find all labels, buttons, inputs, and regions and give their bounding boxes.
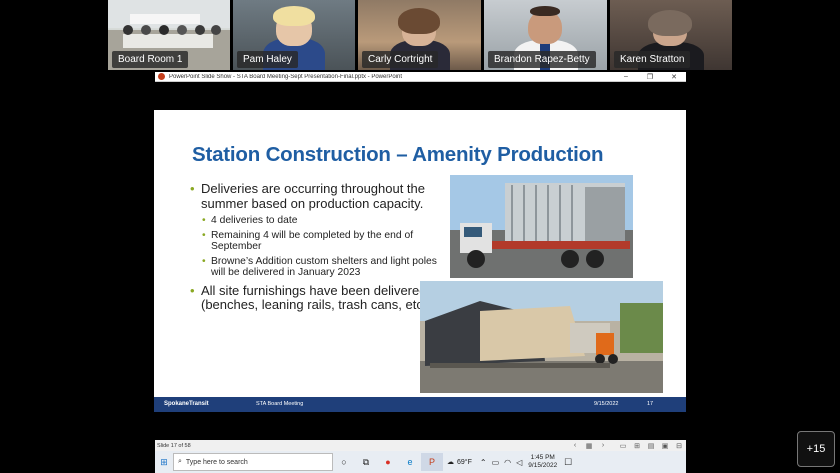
weather-widget[interactable]: ☁ 69°F — [447, 458, 472, 467]
slideshow-view-icon[interactable]: ▣ — [658, 442, 672, 450]
reading-view-icon[interactable]: ▤ — [644, 442, 658, 450]
footer-meeting: STA Board Meeting — [256, 401, 304, 407]
participant-name: Pam Haley — [237, 51, 298, 68]
windows-start-icon[interactable]: ⊞ — [155, 457, 173, 468]
presentation-slide[interactable]: Station Construction – Amenity Productio… — [154, 110, 686, 412]
powerpoint-taskbar-icon[interactable]: P — [421, 453, 443, 471]
participant-name: Karen Stratton — [614, 51, 691, 68]
taskbar-clock[interactable]: 1:45 PM 9/15/2022 — [528, 454, 557, 470]
sub-bullet-item: Remaining 4 will be completed by the end… — [190, 230, 440, 253]
participant-name: Board Room 1 — [112, 51, 189, 68]
taskbar-search[interactable]: ⌕ Type here to search — [173, 453, 333, 471]
bullet-item: Deliveries are occurring throughout the … — [190, 181, 440, 211]
presenter-view-icon[interactable]: ⊟ — [672, 442, 686, 450]
minimize-icon[interactable]: – — [614, 73, 638, 80]
windows-taskbar: ⊞ ⌕ Type here to search ○ ⧉ ● e P ☁ 69°F… — [155, 451, 686, 473]
notifications-icon[interactable]: ☐ — [557, 453, 579, 471]
search-icon: ⌕ — [178, 458, 182, 465]
sub-bullet-item: 4 deliveries to date — [190, 215, 440, 227]
powerpoint-titlebar: PowerPoint Slide Show - STA Board Meetin… — [155, 72, 686, 82]
task-view-icon[interactable]: ⧉ — [355, 453, 377, 471]
bullet-list: Deliveries are occurring throughout the … — [190, 181, 440, 317]
truck-delivery-photo — [450, 175, 633, 278]
bullet-item: All site furnishings have been delivered… — [190, 283, 440, 313]
participant-tile[interactable]: Carly Cortright — [358, 0, 481, 70]
footer-date: 9/15/2022 — [594, 401, 619, 407]
participant-tile[interactable]: Pam Haley — [233, 0, 355, 70]
volume-icon[interactable]: ◁ — [516, 458, 522, 467]
site-furnishings-photo — [420, 281, 663, 393]
edge-icon[interactable]: e — [399, 453, 421, 471]
window-title: PowerPoint Slide Show - STA Board Meetin… — [169, 73, 403, 80]
system-tray: ⌃ ▭ ◠ ◁ — [480, 458, 522, 467]
cortana-icon[interactable]: ○ — [333, 453, 355, 471]
clock-time: 1:45 PM — [530, 454, 555, 461]
chrome-icon[interactable]: ● — [377, 453, 399, 471]
participant-tile[interactable]: Karen Stratton — [610, 0, 732, 70]
participant-tile[interactable]: Board Room 1 — [108, 0, 230, 70]
sub-bullet-item: Browne’s Addition custom shelters and li… — [190, 256, 440, 279]
weather-temp: 69°F — [457, 458, 472, 466]
participant-name: Carly Cortright — [362, 51, 439, 68]
footer-page-number: 17 — [647, 401, 654, 407]
slide-footer: SpokaneTransit STA Board Meeting 9/15/20… — [154, 397, 686, 412]
participant-name: Brandon Rapez-Betty — [488, 51, 596, 68]
spokane-transit-logo: SpokaneTransit — [164, 401, 209, 407]
meeting-stage: Board Room 1 Pam Haley Carly Cortright B… — [0, 0, 840, 473]
slide-counter: Slide 17 of 58 — [157, 442, 191, 449]
slide-sorter-icon[interactable]: ▦ — [582, 442, 596, 450]
close-icon[interactable]: ✕ — [662, 73, 686, 81]
participant-tile[interactable]: Brandon Rapez-Betty — [484, 0, 607, 70]
normal-view-icon[interactable]: ▭ — [616, 442, 630, 450]
next-slide-icon[interactable]: › — [596, 442, 610, 449]
clock-date: 9/15/2022 — [528, 462, 558, 469]
network-icon[interactable]: ▭ — [492, 458, 500, 467]
previous-slide-icon[interactable]: ‹ — [568, 442, 582, 449]
powerpoint-icon — [158, 73, 165, 80]
slide-title: Station Construction – Amenity Productio… — [192, 143, 604, 166]
restore-icon[interactable]: ❐ — [638, 73, 662, 81]
more-participants-button[interactable]: +15 — [797, 431, 835, 467]
weather-icon: ☁ — [447, 459, 454, 466]
search-placeholder: Type here to search — [185, 458, 248, 466]
presenter-statusbar: Slide 17 of 58 ‹ ▦ › ▭ ⊞ ▤ ▣ ⊟ — [155, 440, 686, 451]
wifi-icon[interactable]: ◠ — [504, 458, 511, 467]
grid-view-icon[interactable]: ⊞ — [630, 442, 644, 450]
tray-expand-icon[interactable]: ⌃ — [480, 458, 487, 467]
